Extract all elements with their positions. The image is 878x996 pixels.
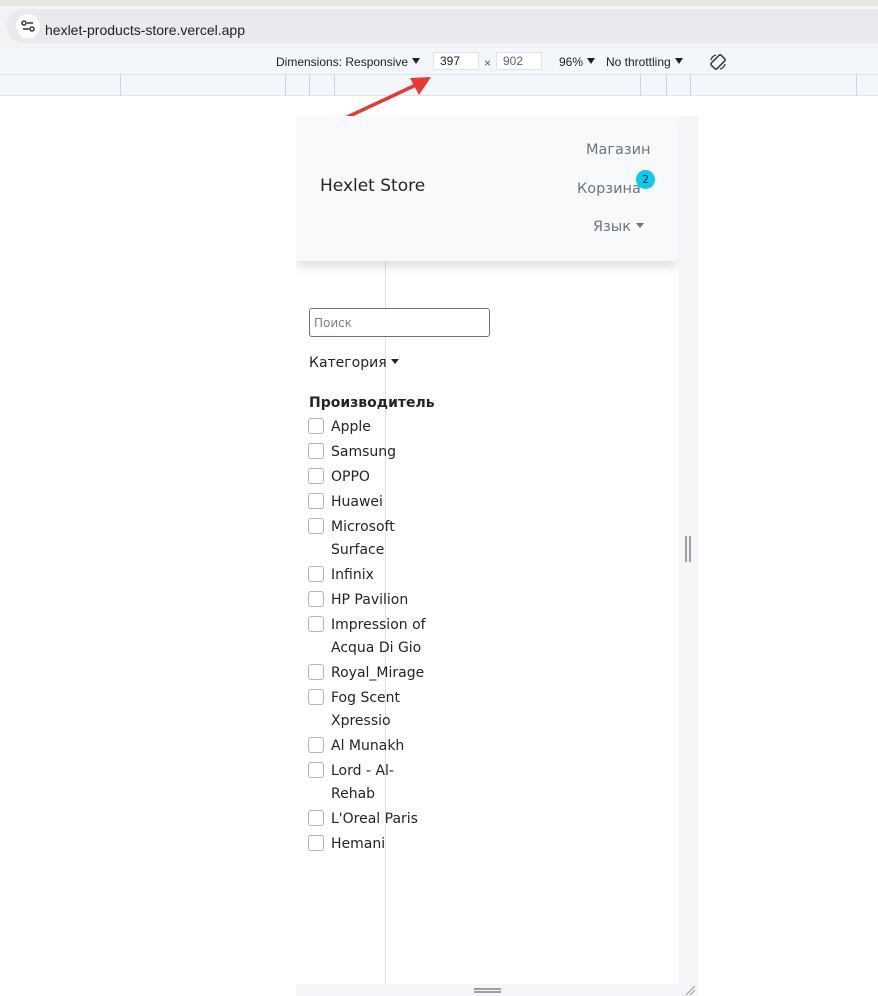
checkbox[interactable] (308, 468, 324, 484)
checkbox[interactable] (308, 810, 324, 826)
category-label: Категория (309, 355, 387, 371)
ruler-tick (666, 75, 667, 95)
checkbox[interactable] (308, 493, 324, 509)
zoom-dropdown[interactable]: 96% (559, 55, 596, 69)
checkbox[interactable] (308, 591, 324, 607)
ruler-tick (856, 75, 857, 95)
url-text: hexlet-products-store.vercel.app (45, 22, 245, 38)
cart-count-badge: 2 (636, 170, 655, 189)
checkbox[interactable] (308, 835, 324, 851)
checkbox[interactable] (308, 418, 324, 434)
chevron-down-icon (412, 58, 421, 64)
manufacturer-item[interactable]: Fog Scent Xpressio (308, 687, 438, 733)
manufacturer-label: Al Munakh (331, 738, 405, 754)
manufacturer-item[interactable]: Microsoft Surface (308, 516, 438, 562)
manufacturer-label: Lord - Al-Rehab (331, 763, 394, 802)
language-dropdown[interactable]: Язык (593, 219, 644, 235)
resize-handle-horizontal[interactable] (685, 536, 691, 562)
category-dropdown[interactable]: Категория (309, 355, 399, 371)
manufacturer-label: OPPO (331, 469, 370, 485)
checkbox[interactable] (308, 518, 324, 534)
checkbox[interactable] (308, 689, 324, 705)
device-toolbar: Dimensions: Responsive 397 × 902 96% No … (0, 48, 878, 75)
navbar: Hexlet Store Магазин Корзина 2 Язык (296, 116, 678, 261)
manufacturer-label: Hemani (331, 836, 386, 852)
ruler-tick (640, 75, 641, 95)
chevron-down-icon (587, 58, 596, 64)
times-sign: × (484, 56, 492, 70)
throttling-dropdown[interactable]: No throttling (606, 55, 683, 69)
manufacturer-item[interactable]: HP Pavilion (308, 589, 438, 612)
ruler-tick (285, 75, 286, 95)
manufacturer-label: Huawei (331, 494, 383, 510)
nav-shop-link[interactable]: Магазин (586, 142, 651, 158)
zoom-label: 96% (559, 55, 584, 69)
manufacturer-label: Infinix (331, 567, 374, 583)
manufacturer-label: Apple (331, 419, 371, 435)
manufacturer-label: L'Oreal Paris (331, 811, 418, 827)
manufacturer-item[interactable]: Samsung (308, 441, 438, 464)
ruler-tick (690, 75, 691, 95)
language-label: Язык (593, 219, 631, 235)
tune-icon (21, 20, 35, 32)
chevron-down-icon (636, 223, 644, 228)
manufacturer-item[interactable]: Lord - Al-Rehab (308, 760, 438, 806)
manufacturer-item[interactable]: Hemani (308, 833, 438, 856)
manufacturer-item[interactable]: Apple (308, 416, 438, 439)
brand-logo[interactable]: Hexlet Store (320, 176, 425, 196)
width-input[interactable]: 397 (433, 52, 479, 70)
manufacturer-item[interactable]: Al Munakh (308, 735, 438, 758)
page-content: Hexlet Store Магазин Корзина 2 Язык Кате… (296, 116, 679, 984)
browser-toolbar: hexlet-products-store.vercel.app (0, 6, 878, 48)
dimensions-dropdown[interactable]: Dimensions: Responsive (276, 55, 421, 69)
ruler-tick (120, 75, 121, 95)
ruler-tick (309, 75, 310, 95)
manufacturer-item[interactable]: Infinix (308, 564, 438, 587)
checkbox[interactable] (308, 566, 324, 582)
media-query-ruler (0, 75, 878, 96)
chevron-down-icon (390, 359, 399, 364)
manufacturer-heading: Производитель (309, 395, 435, 411)
manufacturer-list: Apple Samsung OPPO Huawei Microsoft Surf… (308, 416, 438, 858)
dimensions-label: Dimensions: Responsive (276, 55, 409, 69)
manufacturer-item[interactable]: L'Oreal Paris (308, 808, 438, 831)
checkbox[interactable] (308, 762, 324, 778)
checkbox[interactable] (308, 664, 324, 680)
manufacturer-label: Impression of Acqua Di Gio (331, 617, 426, 656)
resize-corner-icon[interactable] (684, 984, 696, 996)
manufacturer-item[interactable]: OPPO (308, 466, 438, 489)
manufacturer-item[interactable]: Royal_Mirage (308, 662, 438, 685)
checkbox[interactable] (308, 443, 324, 459)
manufacturer-item[interactable]: Impression of Acqua Di Gio (308, 614, 438, 660)
site-info-button[interactable] (16, 14, 40, 38)
resize-handle-vertical[interactable] (474, 988, 501, 993)
checkbox[interactable] (308, 616, 324, 632)
device-viewport: Hexlet Store Магазин Корзина 2 Язык Кате… (296, 116, 698, 996)
rotate-icon[interactable] (708, 52, 728, 72)
chevron-down-icon (674, 58, 683, 64)
manufacturer-label: Royal_Mirage (331, 665, 425, 681)
height-input[interactable]: 902 (496, 52, 542, 70)
checkbox[interactable] (308, 737, 324, 753)
manufacturer-item[interactable]: Huawei (308, 491, 438, 514)
manufacturer-label: Fog Scent Xpressio (331, 690, 401, 729)
nav-cart-link[interactable]: Корзина (577, 181, 641, 197)
search-input[interactable] (309, 308, 490, 337)
manufacturer-label: Samsung (331, 444, 397, 460)
manufacturer-label: Microsoft Surface (331, 519, 395, 558)
throttling-label: No throttling (606, 55, 671, 69)
manufacturer-label: HP Pavilion (331, 592, 409, 608)
